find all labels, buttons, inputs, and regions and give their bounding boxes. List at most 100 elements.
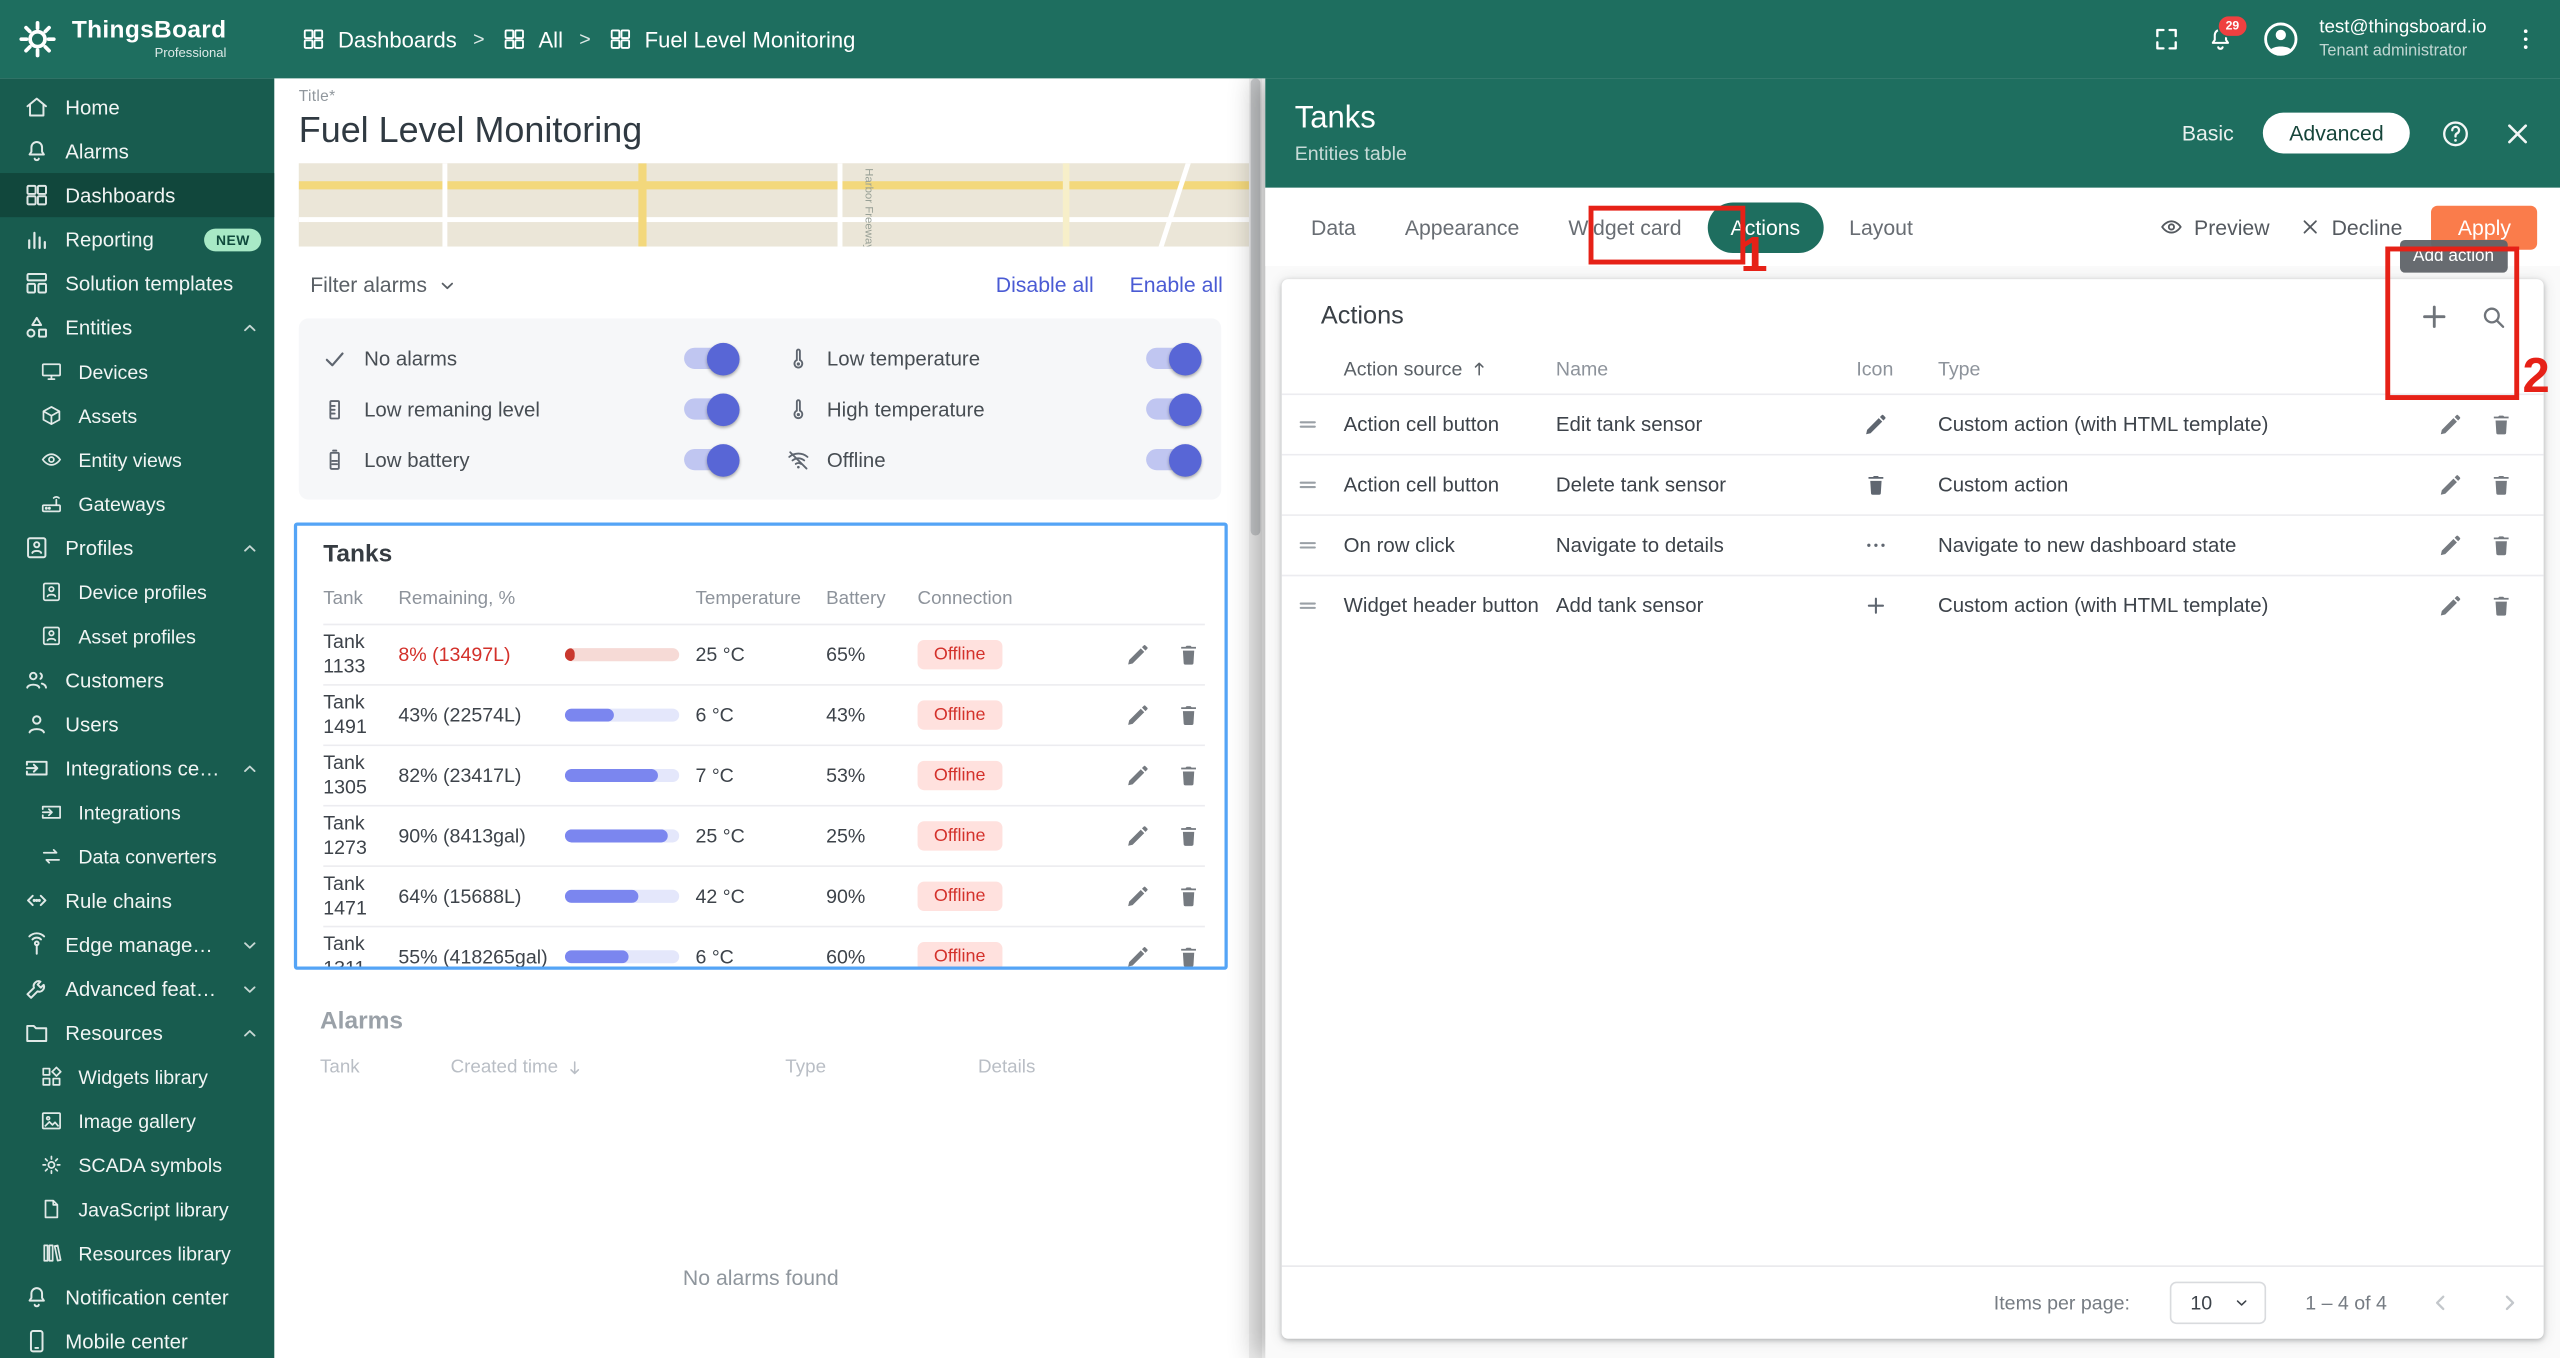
delete-action-icon[interactable] bbox=[2488, 472, 2514, 498]
sidebar-item-alarms[interactable]: Alarms bbox=[0, 129, 274, 173]
sidebar-item-assets[interactable]: Assets bbox=[0, 393, 274, 437]
previous-page-icon[interactable] bbox=[2426, 1288, 2455, 1317]
user-avatar[interactable] bbox=[2259, 18, 2301, 60]
tank-row-tank-1471[interactable]: Tank 1471 64% (15688L) 42 °C 90% Offline bbox=[323, 865, 1205, 925]
toggle-switch[interactable] bbox=[1146, 348, 1198, 369]
sidebar-item-devices[interactable]: Devices bbox=[0, 349, 274, 393]
sidebar-item-solution-templates[interactable]: Solution templates bbox=[0, 261, 274, 305]
edit-row-icon[interactable] bbox=[1125, 944, 1151, 970]
scrollbar-thumb[interactable] bbox=[1251, 78, 1261, 535]
sidebar-item-resources[interactable]: Resources bbox=[0, 1011, 274, 1055]
drag-handle-icon[interactable] bbox=[1295, 593, 1321, 619]
close-panel-icon[interactable] bbox=[2501, 117, 2534, 150]
edit-row-icon[interactable] bbox=[1125, 762, 1151, 788]
preview-button[interactable]: Preview bbox=[2158, 214, 2269, 240]
dashboard-scrollbar[interactable] bbox=[1249, 78, 1262, 1358]
edit-action-icon[interactable] bbox=[2438, 593, 2464, 619]
tab-appearance[interactable]: Appearance bbox=[1382, 202, 1542, 253]
tank-row-tank-1311[interactable]: Tank 1311 55% (418265gal) 6 °C 60% Offli… bbox=[323, 926, 1205, 970]
help-icon[interactable] bbox=[2439, 117, 2472, 150]
alarms-widget[interactable]: Alarms Tank Created time Type Details No… bbox=[294, 991, 1228, 1358]
delete-row-icon[interactable] bbox=[1176, 642, 1202, 668]
notifications-button[interactable]: 29 bbox=[2205, 24, 2234, 53]
sidebar-item-dashboards[interactable]: Dashboards bbox=[0, 173, 274, 217]
basic-toggle-button[interactable]: Basic bbox=[2182, 121, 2234, 145]
delete-row-icon[interactable] bbox=[1176, 944, 1202, 970]
delete-row-icon[interactable] bbox=[1176, 883, 1202, 909]
action-row-edit-tank-sensor[interactable]: Action cell button Edit tank sensor Cust… bbox=[1282, 393, 2544, 453]
decline-button[interactable]: Decline bbox=[2299, 215, 2402, 239]
sidebar-item-mobile-center[interactable]: Mobile center bbox=[0, 1319, 274, 1358]
sidebar-item-customers[interactable]: Customers bbox=[0, 658, 274, 702]
sidebar-item-data-converters[interactable]: Data converters bbox=[0, 834, 274, 878]
sidebar-item-notification-center[interactable]: Notification center bbox=[0, 1275, 274, 1319]
breadcrumb-item-all[interactable]: All bbox=[501, 26, 563, 52]
edit-action-icon[interactable] bbox=[2438, 411, 2464, 437]
sidebar-item-javascript-library[interactable]: JavaScript library bbox=[0, 1187, 274, 1231]
tank-row-tank-1305[interactable]: Tank 1305 82% (23417L) 7 °C 53% Offline bbox=[323, 744, 1205, 804]
sidebar-item-image-gallery[interactable]: Image gallery bbox=[0, 1099, 274, 1143]
sidebar-item-device-profiles[interactable]: Device profiles bbox=[0, 570, 274, 614]
advanced-toggle-button[interactable]: Advanced bbox=[2263, 113, 2410, 154]
enable-all-button[interactable]: Enable all bbox=[1130, 273, 1223, 297]
sidebar-item-asset-profiles[interactable]: Asset profiles bbox=[0, 614, 274, 658]
items-per-page-select[interactable]: 10 bbox=[2169, 1282, 2266, 1324]
dashboard-title-input[interactable]: Fuel Level Monitoring bbox=[299, 109, 1266, 151]
drag-handle-icon[interactable] bbox=[1295, 532, 1321, 558]
sidebar-item-integrations[interactable]: Integrations bbox=[0, 790, 274, 834]
edit-action-icon[interactable] bbox=[2438, 532, 2464, 558]
breadcrumb-item-dashboards[interactable]: Dashboards bbox=[300, 26, 456, 52]
sidebar-item-widgets-library[interactable]: Widgets library bbox=[0, 1055, 274, 1099]
sidebar-item-edge-management[interactable]: Edge management bbox=[0, 922, 274, 966]
toggle-switch[interactable] bbox=[1146, 449, 1198, 470]
delete-action-icon[interactable] bbox=[2488, 532, 2514, 558]
tab-layout[interactable]: Layout bbox=[1826, 202, 1935, 253]
edit-row-icon[interactable] bbox=[1125, 702, 1151, 728]
breadcrumb-item-fuel-level-monitoring[interactable]: Fuel Level Monitoring bbox=[607, 26, 855, 52]
sort-by-action-source[interactable]: Action source bbox=[1344, 358, 1556, 381]
drag-handle-icon[interactable] bbox=[1295, 472, 1321, 498]
tank-row-tank-1273[interactable]: Tank 1273 90% (8413gal) 25 °C 25% Offlin… bbox=[323, 805, 1205, 865]
sidebar-item-scada-symbols[interactable]: SCADA symbols bbox=[0, 1143, 274, 1187]
sidebar-item-users[interactable]: Users bbox=[0, 702, 274, 746]
sidebar-item-entities[interactable]: Entities bbox=[0, 305, 274, 349]
tab-data[interactable]: Data bbox=[1288, 202, 1379, 253]
delete-row-icon[interactable] bbox=[1176, 823, 1202, 849]
edit-row-icon[interactable] bbox=[1125, 823, 1151, 849]
toggle-switch[interactable] bbox=[683, 398, 735, 419]
tanks-widget[interactable]: Tanks Tank Remaining, % Temperature Batt… bbox=[294, 522, 1228, 969]
filter-alarms-dropdown[interactable]: Filter alarms bbox=[310, 273, 458, 297]
delete-row-icon[interactable] bbox=[1176, 762, 1202, 788]
sidebar-item-reporting[interactable]: Reporting NEW bbox=[0, 217, 274, 261]
next-page-icon[interactable] bbox=[2495, 1288, 2524, 1317]
sidebar-item-entity-views[interactable]: Entity views bbox=[0, 438, 274, 482]
column-created-time[interactable]: Created time bbox=[451, 1058, 786, 1078]
sidebar-item-advanced-features[interactable]: Advanced features bbox=[0, 967, 274, 1011]
edit-row-icon[interactable] bbox=[1125, 883, 1151, 909]
sidebar-item-gateways[interactable]: Gateways bbox=[0, 482, 274, 526]
sidebar-item-profiles[interactable]: Profiles bbox=[0, 526, 274, 570]
edit-action-icon[interactable] bbox=[2438, 472, 2464, 498]
tank-row-tank-1491[interactable]: Tank 1491 43% (22574L) 6 °C 43% Offline bbox=[323, 684, 1205, 744]
edit-row-icon[interactable] bbox=[1125, 642, 1151, 668]
action-row-delete-tank-sensor[interactable]: Action cell button Delete tank sensor Cu… bbox=[1282, 454, 2544, 514]
sidebar-item-resources-library[interactable]: Resources library bbox=[0, 1231, 274, 1275]
map-widget[interactable]: Harbor Freeway bbox=[299, 163, 1249, 246]
drag-handle-icon[interactable] bbox=[1295, 411, 1321, 437]
delete-row-icon[interactable] bbox=[1176, 702, 1202, 728]
action-row-navigate-to-details[interactable]: On row click Navigate to details Navigat… bbox=[1282, 514, 2544, 574]
delete-action-icon[interactable] bbox=[2488, 411, 2514, 437]
tank-row-tank-1133[interactable]: Tank 1133 8% (13497L) 25 °C 65% Offline bbox=[323, 624, 1205, 684]
sidebar-item-integrations-center[interactable]: Integrations center bbox=[0, 746, 274, 790]
disable-all-button[interactable]: Disable all bbox=[996, 273, 1094, 297]
action-row-add-tank-sensor[interactable]: Widget header button Add tank sensor Cus… bbox=[1282, 575, 2544, 635]
sidebar-item-rule-chains[interactable]: Rule chains bbox=[0, 878, 274, 922]
toggle-switch[interactable] bbox=[683, 348, 735, 369]
delete-action-icon[interactable] bbox=[2488, 593, 2514, 619]
toggle-switch[interactable] bbox=[683, 449, 735, 470]
more-menu-icon[interactable] bbox=[2511, 24, 2540, 53]
fullscreen-icon[interactable] bbox=[2151, 24, 2180, 53]
sidebar-item-home[interactable]: Home bbox=[0, 85, 274, 129]
toggle-switch[interactable] bbox=[1146, 398, 1198, 419]
thingsboard-logo[interactable]: ThingsBoard Professional bbox=[0, 18, 274, 61]
